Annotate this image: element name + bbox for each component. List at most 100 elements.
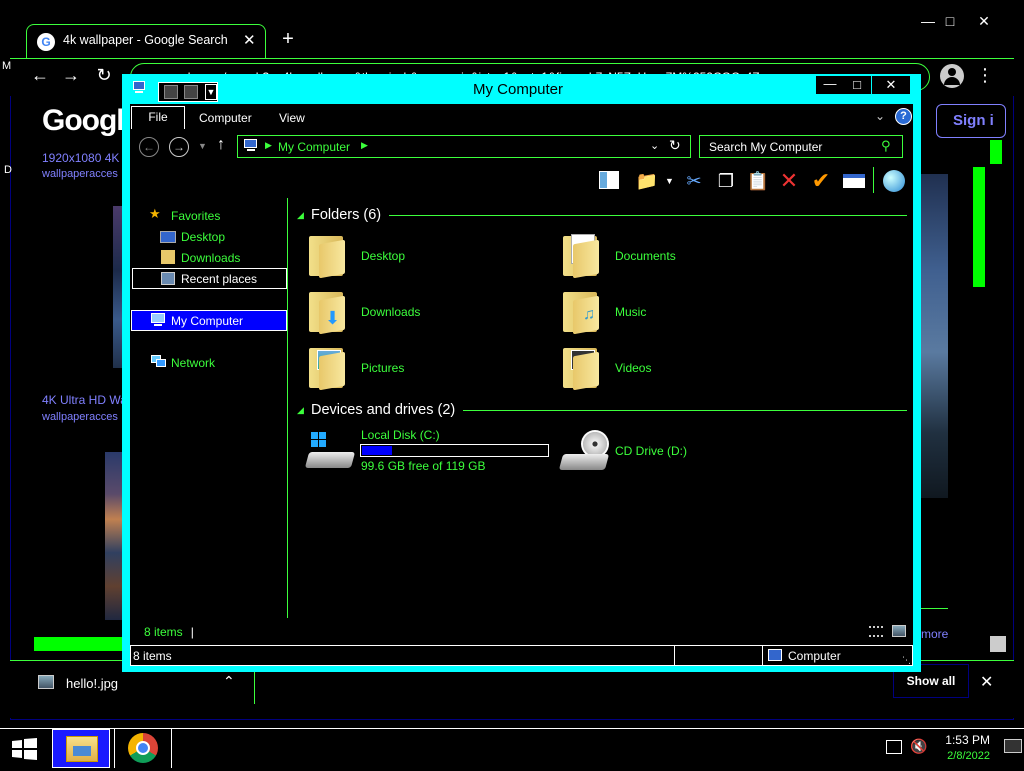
new-folder-icon[interactable] xyxy=(184,85,198,99)
more-link[interactable]: more xyxy=(921,627,948,641)
network-tray-icon[interactable] xyxy=(886,740,902,754)
address-chevron-icon[interactable]: ▶ xyxy=(265,140,272,151)
scrollbar-thumb[interactable] xyxy=(972,166,986,288)
organize-dropdown-icon[interactable]: ▼ xyxy=(665,176,674,186)
reload-icon[interactable]: ↻ xyxy=(91,62,117,88)
folder-documents[interactable]: Documents xyxy=(615,249,676,263)
ribbon-collapse-icon[interactable]: ⌄ xyxy=(875,109,885,123)
explorer-maximize-button[interactable]: □ xyxy=(843,76,871,94)
drives-group-header[interactable]: Devices and drives (2) xyxy=(311,402,455,418)
status-items-count: 8 items xyxy=(133,649,172,663)
cd-drive-icon[interactable] xyxy=(558,430,611,474)
music-folder-icon[interactable]: ♫ xyxy=(563,290,599,335)
local-disk-icon[interactable] xyxy=(304,432,356,472)
forward-arrow-icon[interactable]: → xyxy=(58,62,84,88)
new-tab-button[interactable]: + xyxy=(277,28,299,50)
large-icons-view-icon[interactable] xyxy=(892,625,906,637)
folder-pictures[interactable]: Pictures xyxy=(361,361,404,375)
tab-view[interactable]: View xyxy=(279,111,305,125)
result-1-title-link[interactable]: 1920x1080 4K xyxy=(42,151,119,165)
globe-icon[interactable] xyxy=(882,169,906,193)
tab-file[interactable]: File xyxy=(131,106,185,129)
properties-card-icon[interactable] xyxy=(842,169,866,193)
organize-folder-icon[interactable]: 📁 xyxy=(635,169,659,193)
volume-muted-icon[interactable]: 🔇 xyxy=(910,738,927,755)
google-favicon-icon: G xyxy=(37,33,55,51)
close-download-bar-icon[interactable]: ✕ xyxy=(980,672,993,692)
forward-nav-icon[interactable]: → xyxy=(169,137,189,157)
preview-pane-icon[interactable] xyxy=(597,169,621,193)
back-nav-icon[interactable]: ← xyxy=(139,137,159,157)
nav-desktop[interactable]: Desktop xyxy=(181,230,225,244)
recent-locations-chevron-icon[interactable]: ▼ xyxy=(198,141,207,151)
pictures-folder-icon[interactable] xyxy=(309,346,345,391)
nav-network[interactable]: Network xyxy=(171,356,215,370)
details-view-icon[interactable] xyxy=(869,626,883,637)
scrollbar-top-thumb[interactable] xyxy=(990,140,1002,164)
horizontal-scrollbar-thumb[interactable] xyxy=(34,637,130,651)
clock-date[interactable]: 2/8/2022 xyxy=(940,750,990,762)
drives-collapse-icon[interactable]: ◢ xyxy=(297,405,304,416)
help-icon[interactable]: ? xyxy=(895,108,912,125)
drive-c-name[interactable]: Local Disk (C:) xyxy=(361,428,440,442)
downloads-folder-icon-large[interactable]: ⬇ xyxy=(309,290,345,335)
sign-in-button[interactable]: Sign i xyxy=(936,104,1006,138)
address-chevron-icon-2[interactable]: ▶ xyxy=(361,140,368,151)
drive-d-name[interactable]: CD Drive (D:) xyxy=(615,444,687,458)
folders-group-header[interactable]: Folders (6) xyxy=(311,207,381,223)
explorer-minimize-button[interactable]: — xyxy=(816,76,844,94)
chrome-maximize-button[interactable]: □ xyxy=(932,10,968,32)
address-bar[interactable]: My Computer xyxy=(237,135,691,158)
result-2-title-link[interactable]: 4K Ultra HD Wa xyxy=(42,393,127,407)
properties-icon[interactable] xyxy=(164,85,178,99)
folder-desktop[interactable]: Desktop xyxy=(361,249,405,263)
videos-folder-icon[interactable] xyxy=(563,346,599,391)
address-dropdown-icon[interactable]: ⌄ xyxy=(650,139,659,152)
folder-downloads[interactable]: Downloads xyxy=(361,305,420,319)
drive-c-usage-fill xyxy=(362,446,392,455)
delete-icon[interactable]: ✕ xyxy=(777,169,801,193)
right-preview-image[interactable] xyxy=(921,174,948,498)
tab-computer[interactable]: Computer xyxy=(199,111,252,125)
computer-titlebar-icon[interactable] xyxy=(131,81,147,95)
folders-collapse-icon[interactable]: ◢ xyxy=(297,210,304,221)
taskbar-explorer-button[interactable] xyxy=(52,729,110,768)
close-tab-icon[interactable]: ✕ xyxy=(243,31,256,49)
cut-icon[interactable]: ✂ xyxy=(682,169,706,193)
explorer-icon-detail xyxy=(73,746,91,756)
address-text: My Computer xyxy=(278,140,351,154)
paste-icon[interactable]: 📋 xyxy=(746,169,770,193)
up-arrow-icon[interactable]: ↑ xyxy=(217,136,225,154)
status-divider-1 xyxy=(674,646,675,665)
nav-recent-places[interactable]: Recent places xyxy=(132,268,287,289)
toolbar-dropdown-icon[interactable]: ▼ xyxy=(205,84,217,100)
back-arrow-icon[interactable]: ← xyxy=(27,62,53,88)
start-button[interactable] xyxy=(0,729,48,768)
address-computer-icon xyxy=(243,139,259,153)
copy-icon[interactable]: ❐ xyxy=(714,169,738,193)
desktop-folder-icon[interactable] xyxy=(309,234,345,279)
clock-time[interactable]: 1:53 PM xyxy=(940,733,990,747)
network-icon xyxy=(151,355,167,369)
profile-avatar-icon[interactable] xyxy=(940,64,964,88)
explorer-close-button[interactable]: ✕ xyxy=(872,76,910,94)
notification-icon[interactable] xyxy=(1004,739,1022,753)
download-filename[interactable]: hello!.jpg xyxy=(66,676,118,691)
rename-check-icon[interactable]: ✔ xyxy=(809,169,833,193)
folder-videos[interactable]: Videos xyxy=(615,361,651,375)
search-icon[interactable]: ⚲ xyxy=(881,138,891,154)
resize-grip-icon[interactable]: ⋱ xyxy=(902,655,911,666)
nav-downloads[interactable]: Downloads xyxy=(181,251,240,265)
documents-folder-icon[interactable] xyxy=(563,234,599,279)
taskbar-chrome-button[interactable] xyxy=(114,729,172,768)
chrome-menu-icon[interactable]: ⋮ xyxy=(972,62,998,88)
chevron-up-icon[interactable]: ⌃ xyxy=(223,673,235,690)
status-divider-2 xyxy=(762,646,763,665)
refresh-icon[interactable]: ↻ xyxy=(669,137,681,154)
folder-music[interactable]: Music xyxy=(615,305,646,319)
nav-favorites[interactable]: Favorites xyxy=(171,209,220,223)
result-2-thumbnail[interactable] xyxy=(105,452,123,620)
chrome-close-button[interactable]: ✕ xyxy=(966,10,1002,32)
search-input[interactable]: Search My Computer xyxy=(699,135,903,158)
chrome-tab[interactable]: G 4k wallpaper - Google Search ✕ xyxy=(26,24,266,58)
